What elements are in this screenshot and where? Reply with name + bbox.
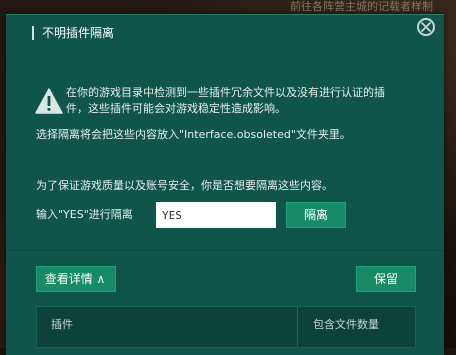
dialog-title: 不明插件隔离	[32, 26, 114, 40]
message-line-3: 选择隔离将会把这些内容放入"Interface.obsoleted"文件夹里。	[36, 128, 351, 141]
input-label: 输入"YES"进行隔离	[36, 208, 133, 221]
quarantine-button[interactable]: 隔离	[286, 202, 346, 228]
column-header-file-count: 包含文件数量	[313, 318, 379, 331]
plugin-table: 插件 包含文件数量	[36, 306, 416, 348]
message-line-2: 件，这些插件可能会对游戏稳定性造成影响。	[66, 102, 286, 115]
column-header-plugin: 插件	[51, 318, 73, 331]
confirm-yes-input[interactable]	[156, 202, 276, 228]
column-divider	[297, 307, 298, 347]
section-divider	[6, 250, 444, 251]
security-question: 为了保证游戏质量以及账号安全，你是否想要隔离这些内容。	[36, 179, 333, 192]
keep-button[interactable]: 保留	[356, 266, 416, 292]
view-details-button[interactable]: 查看详情 ∧	[36, 266, 116, 292]
close-icon	[421, 22, 431, 32]
message-line-1: 在你的游戏目录中检测到一些插件冗余文件以及没有进行认证的插	[66, 86, 385, 99]
warning-triangle-icon	[35, 88, 63, 114]
close-button[interactable]	[417, 18, 435, 36]
